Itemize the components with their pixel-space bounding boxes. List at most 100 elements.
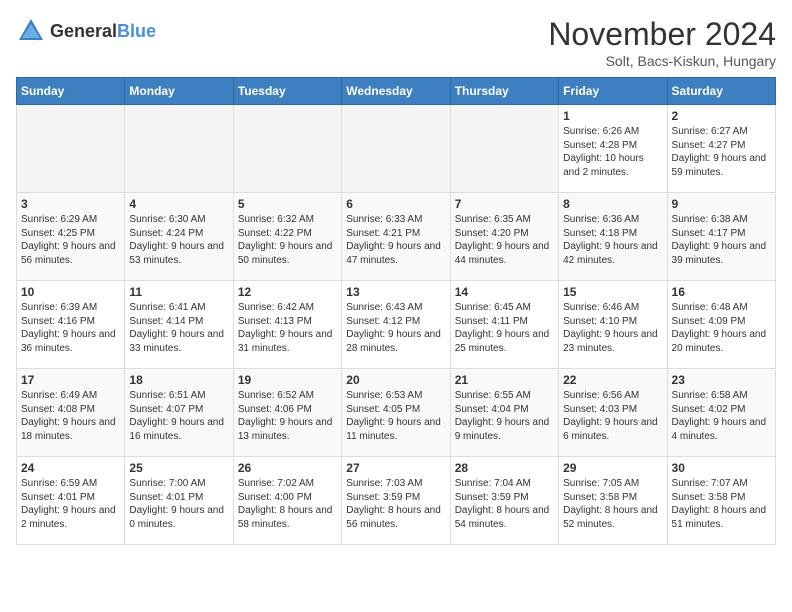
calendar-cell: 21 Sunrise: 6:55 AM Sunset: 4:04 PM Dayli… [450,369,558,457]
calendar-cell: 24 Sunrise: 6:59 AM Sunset: 4:01 PM Dayli… [17,457,125,545]
location-subtitle: Solt, Bacs-Kiskun, Hungary [548,53,776,69]
weekday-header-monday: Monday [125,78,233,105]
calendar-cell: 16Sunrise: 6:48 AM Sunset: 4:09 PM Dayli… [667,281,775,369]
day-info: Sunrise: 6:32 AM Sunset: 4:22 PM Dayligh… [238,213,337,267]
day-info: Sunrise: 6:33 AM Sunset: 4:21 PM Dayligh… [346,213,445,267]
calendar-cell: 22Sunrise: 6:56 AM Sunset: 4:03 PM Dayli… [559,369,667,457]
calendar-cell: 8 Sunrise: 6:36 AM Sunset: 4:18 PM Daylig… [559,193,667,281]
day-number: 15 [563,285,662,299]
calendar-cell: 25 Sunrise: 7:00 AM Sunset: 4:01 PM Dayli… [125,457,233,545]
calendar-cell: 7 Sunrise: 6:35 AM Sunset: 4:20 PM Daylig… [450,193,558,281]
day-info: Sunrise: 7:00 AM Sunset: 4:01 PM Dayligh… [129,477,228,531]
calendar-cell: 5 Sunrise: 6:32 AM Sunset: 4:22 PM Daylig… [233,193,341,281]
calendar-cell: 27Sunrise: 7:03 AM Sunset: 3:59 PM Dayli… [342,457,450,545]
day-number: 8 [563,197,662,211]
day-info: Sunrise: 6:27 AM Sunset: 4:27 PM Dayligh… [672,125,771,179]
weekday-header-thursday: Thursday [450,78,558,105]
day-number: 1 [563,109,662,123]
day-number: 26 [238,461,337,475]
day-info: Sunrise: 6:46 AM Sunset: 4:10 PM Dayligh… [563,301,662,355]
day-info: Sunrise: 7:05 AM Sunset: 3:58 PM Dayligh… [563,477,662,531]
day-info: Sunrise: 6:36 AM Sunset: 4:18 PM Dayligh… [563,213,662,267]
header: GeneralBlue November 2024 Solt, Bacs-Kis… [16,16,776,69]
calendar-week-0: 1 Sunrise: 6:26 AM Sunset: 4:28 PM Daylig… [17,105,776,193]
logo-text-blue: Blue [117,21,156,41]
day-number: 14 [455,285,554,299]
day-number: 5 [238,197,337,211]
calendar-cell [17,105,125,193]
calendar-cell: 3 Sunrise: 6:29 AM Sunset: 4:25 PM Daylig… [17,193,125,281]
day-number: 18 [129,373,228,387]
weekday-header-tuesday: Tuesday [233,78,341,105]
weekday-header-saturday: Saturday [667,78,775,105]
day-number: 2 [672,109,771,123]
day-number: 11 [129,285,228,299]
calendar-cell: 9 Sunrise: 6:38 AM Sunset: 4:17 PM Daylig… [667,193,775,281]
calendar-cell [233,105,341,193]
day-info: Sunrise: 6:29 AM Sunset: 4:25 PM Dayligh… [21,213,120,267]
calendar-cell: 4Sunrise: 6:30 AM Sunset: 4:24 PM Daylig… [125,193,233,281]
day-info: Sunrise: 6:52 AM Sunset: 4:06 PM Dayligh… [238,389,337,443]
calendar-cell [342,105,450,193]
day-info: Sunrise: 6:43 AM Sunset: 4:12 PM Dayligh… [346,301,445,355]
day-info: Sunrise: 6:53 AM Sunset: 4:05 PM Dayligh… [346,389,445,443]
weekday-header-row: SundayMondayTuesdayWednesdayThursdayFrid… [17,78,776,105]
calendar-cell: 17Sunrise: 6:49 AM Sunset: 4:08 PM Dayli… [17,369,125,457]
month-title: November 2024 [548,16,776,53]
calendar-week-4: 24 Sunrise: 6:59 AM Sunset: 4:01 PM Dayli… [17,457,776,545]
calendar-cell: 18 Sunrise: 6:51 AM Sunset: 4:07 PM Dayli… [125,369,233,457]
weekday-header-friday: Friday [559,78,667,105]
day-number: 20 [346,373,445,387]
day-number: 7 [455,197,554,211]
day-number: 19 [238,373,337,387]
day-info: Sunrise: 6:51 AM Sunset: 4:07 PM Dayligh… [129,389,228,443]
day-info: Sunrise: 6:58 AM Sunset: 4:02 PM Dayligh… [672,389,771,443]
day-number: 3 [21,197,120,211]
calendar-week-1: 3 Sunrise: 6:29 AM Sunset: 4:25 PM Daylig… [17,193,776,281]
day-number: 24 [21,461,120,475]
weekday-header-sunday: Sunday [17,78,125,105]
day-number: 12 [238,285,337,299]
day-info: Sunrise: 6:59 AM Sunset: 4:01 PM Dayligh… [21,477,120,531]
day-info: Sunrise: 7:03 AM Sunset: 3:59 PM Dayligh… [346,477,445,531]
day-info: Sunrise: 6:42 AM Sunset: 4:13 PM Dayligh… [238,301,337,355]
day-info: Sunrise: 6:56 AM Sunset: 4:03 PM Dayligh… [563,389,662,443]
calendar-cell: 29 Sunrise: 7:05 AM Sunset: 3:58 PM Dayli… [559,457,667,545]
day-info: Sunrise: 6:39 AM Sunset: 4:16 PM Dayligh… [21,301,120,355]
day-info: Sunrise: 6:30 AM Sunset: 4:24 PM Dayligh… [129,213,228,267]
calendar-cell: 20 Sunrise: 6:53 AM Sunset: 4:05 PM Dayli… [342,369,450,457]
day-info: Sunrise: 7:07 AM Sunset: 3:58 PM Dayligh… [672,477,771,531]
calendar-cell: 12 Sunrise: 6:42 AM Sunset: 4:13 PM Dayli… [233,281,341,369]
calendar-cell: 14 Sunrise: 6:45 AM Sunset: 4:11 PM Dayli… [450,281,558,369]
day-info: Sunrise: 6:26 AM Sunset: 4:28 PM Dayligh… [563,125,662,179]
weekday-header-wednesday: Wednesday [342,78,450,105]
day-number: 9 [672,197,771,211]
calendar-cell: 23 Sunrise: 6:58 AM Sunset: 4:02 PM Dayli… [667,369,775,457]
calendar-cell: 13 Sunrise: 6:43 AM Sunset: 4:12 PM Dayli… [342,281,450,369]
day-number: 25 [129,461,228,475]
day-info: Sunrise: 6:35 AM Sunset: 4:20 PM Dayligh… [455,213,554,267]
calendar-header: SundayMondayTuesdayWednesdayThursdayFrid… [17,78,776,105]
calendar-cell: 1 Sunrise: 6:26 AM Sunset: 4:28 PM Daylig… [559,105,667,193]
day-info: Sunrise: 7:02 AM Sunset: 4:00 PM Dayligh… [238,477,337,531]
calendar-cell: 6Sunrise: 6:33 AM Sunset: 4:21 PM Daylig… [342,193,450,281]
day-number: 28 [455,461,554,475]
day-number: 10 [21,285,120,299]
calendar-cell: 26 Sunrise: 7:02 AM Sunset: 4:00 PM Dayli… [233,457,341,545]
day-info: Sunrise: 6:38 AM Sunset: 4:17 PM Dayligh… [672,213,771,267]
day-info: Sunrise: 6:45 AM Sunset: 4:11 PM Dayligh… [455,301,554,355]
calendar-week-3: 17Sunrise: 6:49 AM Sunset: 4:08 PM Dayli… [17,369,776,457]
day-number: 13 [346,285,445,299]
day-number: 30 [672,461,771,475]
calendar-cell: 30 Sunrise: 7:07 AM Sunset: 3:58 PM Dayli… [667,457,775,545]
calendar-week-2: 10 Sunrise: 6:39 AM Sunset: 4:16 PM Dayli… [17,281,776,369]
calendar-cell: 10 Sunrise: 6:39 AM Sunset: 4:16 PM Dayli… [17,281,125,369]
day-number: 29 [563,461,662,475]
day-number: 23 [672,373,771,387]
calendar-cell [450,105,558,193]
day-info: Sunrise: 6:55 AM Sunset: 4:04 PM Dayligh… [455,389,554,443]
calendar-table: SundayMondayTuesdayWednesdayThursdayFrid… [16,77,776,545]
calendar-cell: 11Sunrise: 6:41 AM Sunset: 4:14 PM Dayli… [125,281,233,369]
day-number: 21 [455,373,554,387]
calendar-cell: 28Sunrise: 7:04 AM Sunset: 3:59 PM Dayli… [450,457,558,545]
